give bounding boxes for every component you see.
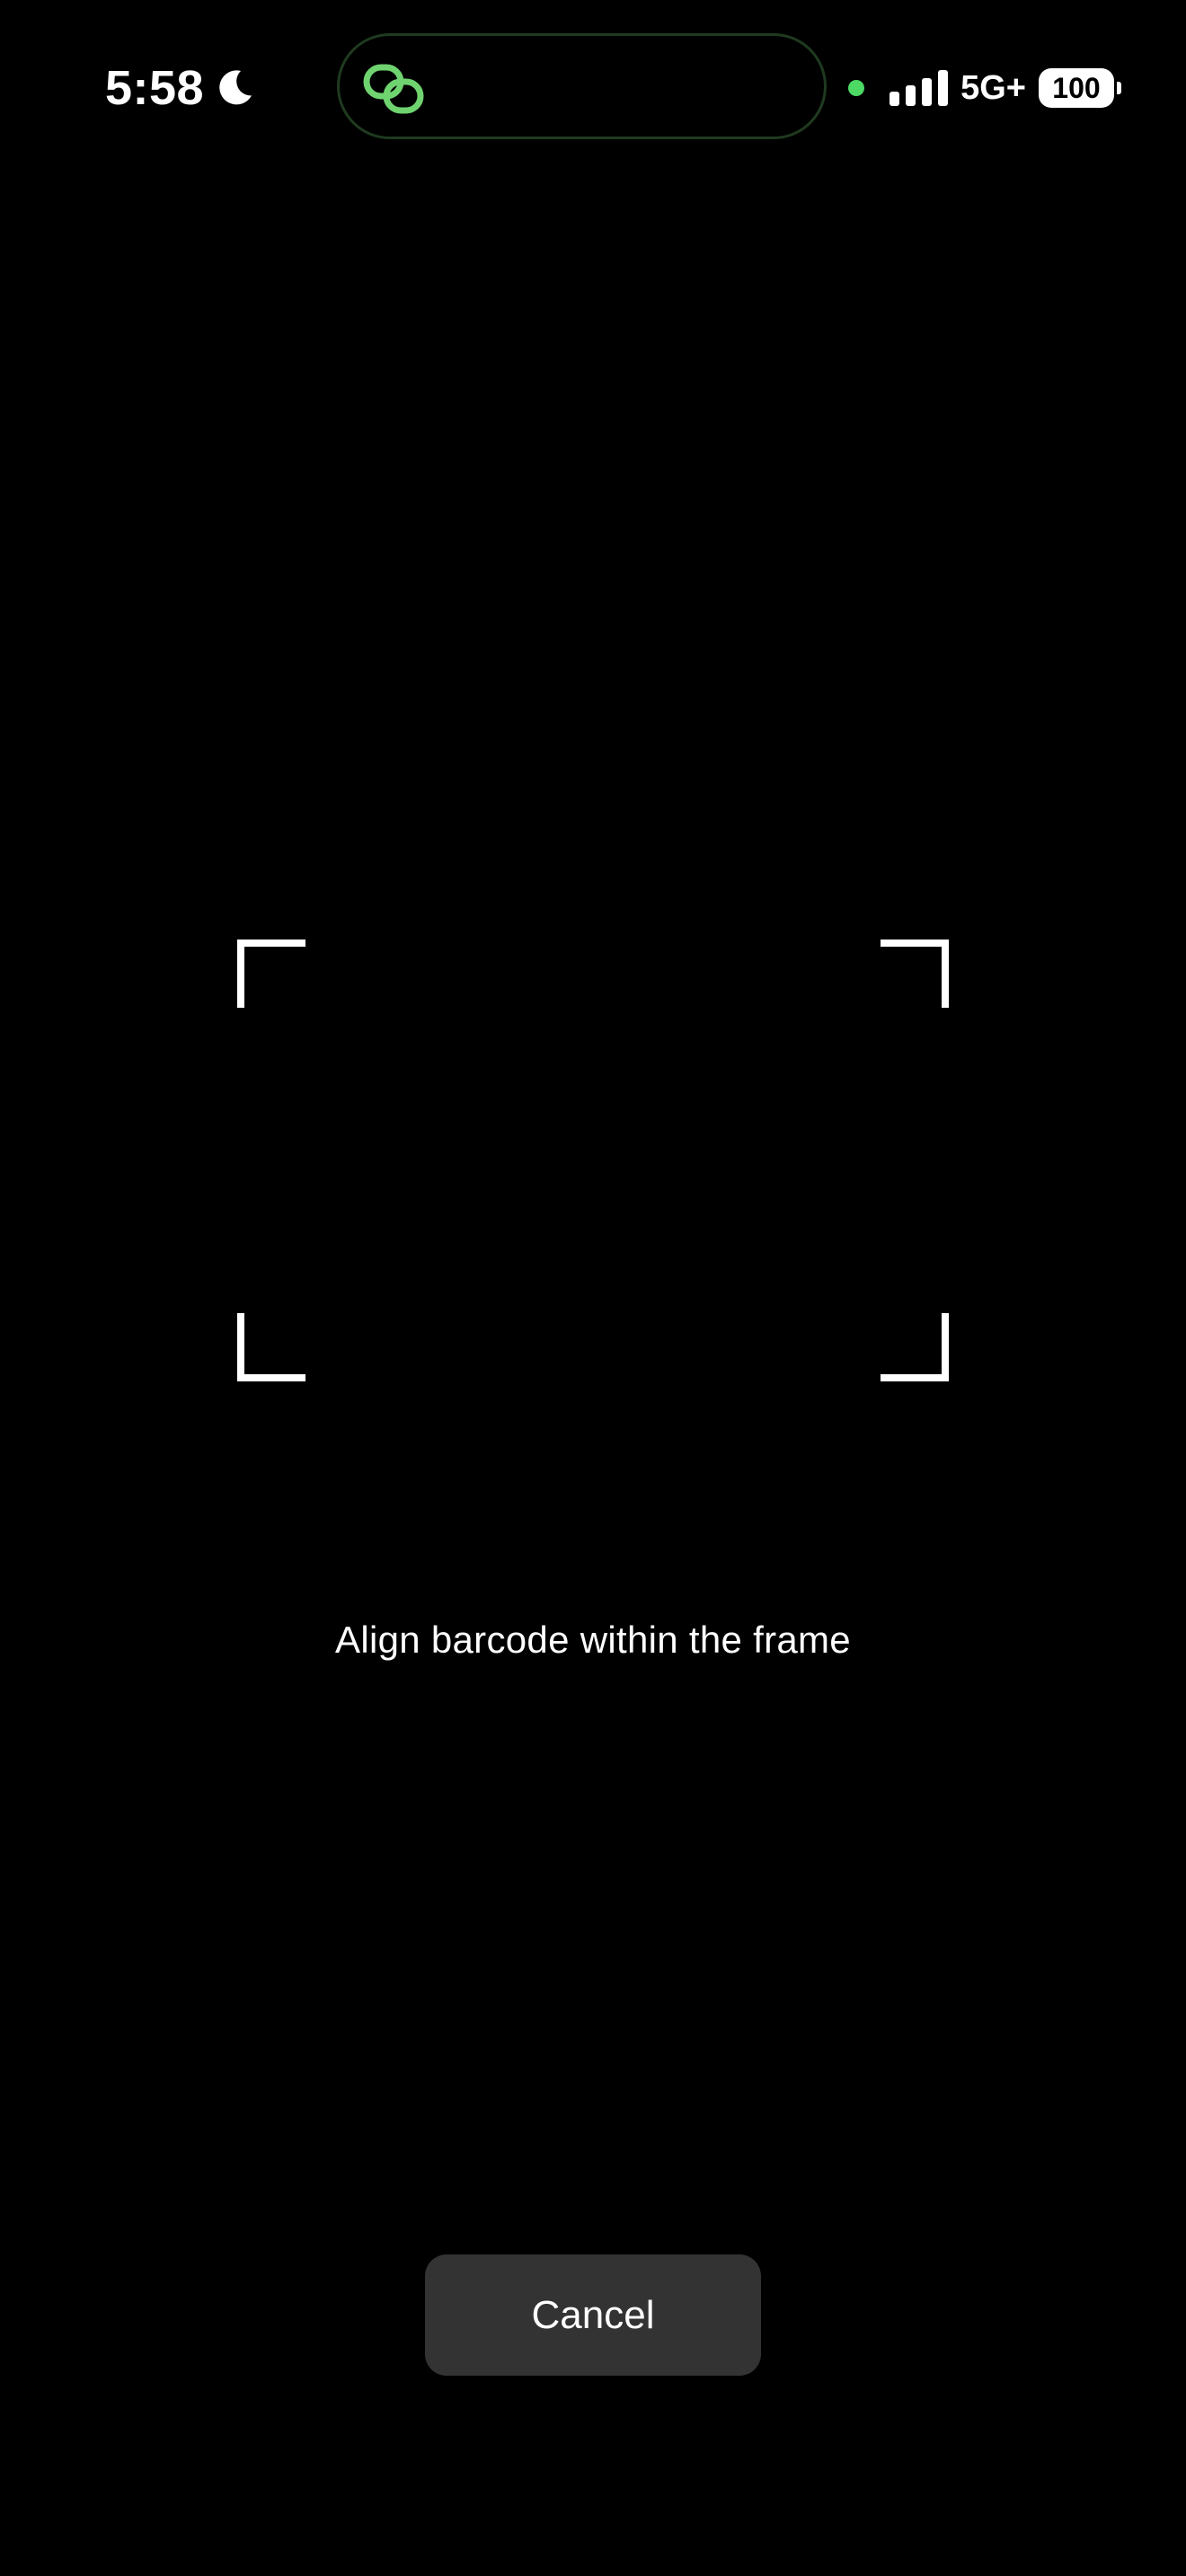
signal-bar <box>906 85 916 106</box>
signal-bar <box>938 70 949 106</box>
battery-icon: 100 <box>1039 68 1121 108</box>
status-time: 5:58 <box>105 61 205 115</box>
scan-frame-corner-top-right <box>881 940 949 1008</box>
signal-bar <box>922 78 933 106</box>
battery-cap <box>1117 82 1121 94</box>
battery-level: 100 <box>1039 68 1114 108</box>
scan-instruction-text: Align barcode within the frame <box>335 1619 851 1661</box>
status-bar: 5:58 5G+ 100 <box>0 0 1186 180</box>
network-type: 5G+ <box>960 69 1026 107</box>
barcode-scan-frame <box>237 940 949 1381</box>
moon-icon <box>219 70 252 105</box>
cancel-button[interactable]: Cancel <box>425 2254 761 2376</box>
scan-frame-corner-bottom-left <box>237 1313 305 1381</box>
signal-bar <box>890 92 900 106</box>
cellular-signal-icon <box>890 70 949 106</box>
linked-rings-icon <box>363 64 424 114</box>
status-indicators: 5G+ 100 <box>848 63 1121 113</box>
dynamic-island[interactable] <box>337 33 827 139</box>
privacy-indicator-dot <box>848 80 865 96</box>
scan-frame-corner-top-left <box>237 940 305 1008</box>
scan-frame-corner-bottom-right <box>881 1313 949 1381</box>
status-time-group: 5:58 <box>105 56 256 120</box>
